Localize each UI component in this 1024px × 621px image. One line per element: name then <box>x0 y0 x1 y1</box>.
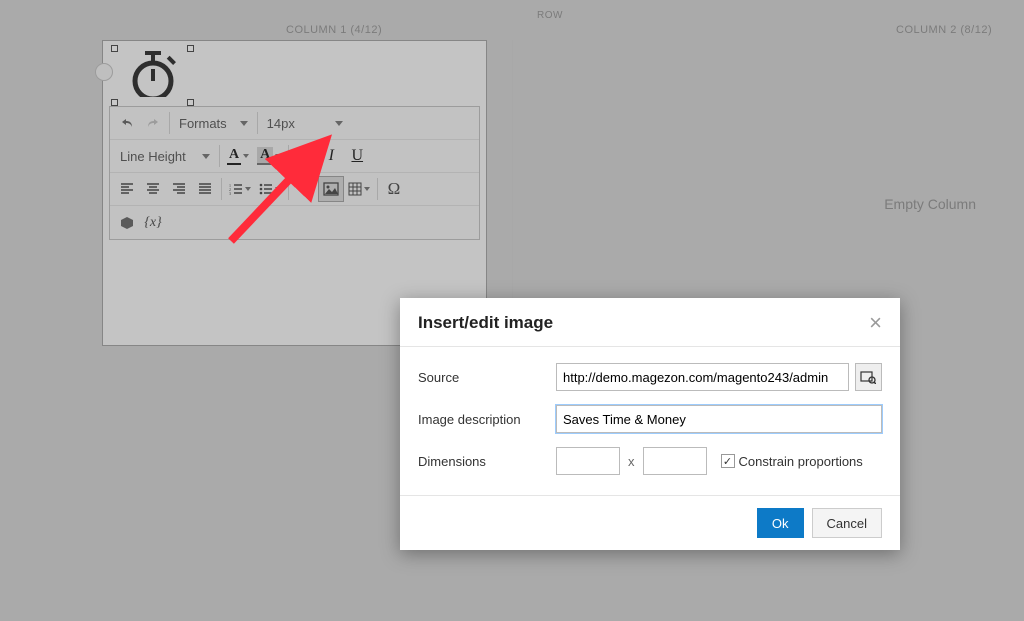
source-label: Source <box>418 370 556 385</box>
caret-down-icon <box>275 154 281 158</box>
source-input[interactable] <box>556 363 849 391</box>
dimension-separator: x <box>628 454 635 469</box>
width-input[interactable] <box>556 447 620 475</box>
page-background: ROW COLUMN 1 (4/12) COLUMN 2 (8/12) <box>0 0 1024 621</box>
dialog-footer: Ok Cancel <box>400 495 900 550</box>
svg-text:3: 3 <box>229 191 231 196</box>
align-left-button[interactable] <box>114 176 140 202</box>
text-color-button[interactable]: A <box>223 143 253 169</box>
browse-icon <box>860 370 876 384</box>
description-label: Image description <box>418 412 556 427</box>
caret-down-icon <box>245 187 251 191</box>
resize-handle[interactable] <box>111 99 118 106</box>
column-2-label: COLUMN 2 (8/12) <box>896 24 992 36</box>
italic-button[interactable]: I <box>318 143 344 169</box>
ordered-list-button[interactable]: 123 <box>225 176 255 202</box>
variable-button[interactable]: {x} <box>140 210 166 236</box>
undo-button[interactable] <box>114 110 140 136</box>
browse-source-button[interactable] <box>855 363 882 391</box>
text-color-letter: A <box>227 147 241 165</box>
wysiwyg-toolbar: Formats 14px Line Height A <box>109 106 480 240</box>
unordered-list-button[interactable] <box>255 176 285 202</box>
resize-handle[interactable] <box>187 45 194 52</box>
align-justify-button[interactable] <box>192 176 218 202</box>
bold-button[interactable]: B <box>292 143 318 169</box>
caret-down-icon <box>243 154 249 158</box>
dialog-body: Source Image description Dimensions <box>400 347 900 495</box>
fontsize-dropdown[interactable]: 14px <box>261 110 349 136</box>
caret-down-icon <box>364 187 370 191</box>
formats-dropdown[interactable]: Formats <box>173 110 254 136</box>
toolbar-row-1: Formats 14px <box>110 107 479 140</box>
bg-color-button[interactable]: A <box>253 143 285 169</box>
empty-column-text: Empty Column <box>884 196 976 212</box>
separator <box>169 112 170 134</box>
separator <box>377 178 378 200</box>
description-input[interactable] <box>556 405 882 433</box>
checkbox-icon: ✓ <box>721 454 735 468</box>
constrain-label: Constrain proportions <box>739 454 863 469</box>
separator <box>257 112 258 134</box>
table-button[interactable] <box>344 176 374 202</box>
widget-button[interactable] <box>114 210 140 236</box>
constrain-checkbox[interactable]: ✓ Constrain proportions <box>721 454 863 469</box>
redo-button[interactable] <box>140 110 166 136</box>
ok-button[interactable]: Ok <box>757 508 804 538</box>
fontsize-label: 14px <box>267 116 295 131</box>
align-center-button[interactable] <box>140 176 166 202</box>
dimensions-row: Dimensions x ✓ Constrain proportions <box>418 447 882 475</box>
dialog-title: Insert/edit image <box>418 313 553 333</box>
separator <box>288 145 289 167</box>
underline-button[interactable]: U <box>344 143 370 169</box>
align-right-button[interactable] <box>166 176 192 202</box>
separator <box>219 145 220 167</box>
description-row: Image description <box>418 405 882 433</box>
source-row: Source <box>418 363 882 391</box>
caret-down-icon <box>202 154 210 159</box>
remove-handle-icon[interactable] <box>95 63 113 81</box>
toolbar-row-3: 123 Ω <box>110 173 479 206</box>
close-icon[interactable]: × <box>869 312 882 334</box>
resize-handle[interactable] <box>187 99 194 106</box>
separator <box>288 178 289 200</box>
separator <box>221 178 222 200</box>
toolbar-row-2: Line Height A A B I U <box>110 140 479 173</box>
height-input[interactable] <box>643 447 707 475</box>
insert-image-dialog: Insert/edit image × Source Image descrip… <box>400 298 900 550</box>
cancel-button[interactable]: Cancel <box>812 508 882 538</box>
insert-image-button[interactable] <box>318 176 344 202</box>
link-button[interactable] <box>292 176 318 202</box>
caret-down-icon <box>335 121 343 126</box>
toolbar-row-4: {x} <box>110 206 479 239</box>
bg-color-letter: A <box>257 147 273 165</box>
dialog-header: Insert/edit image × <box>400 298 900 347</box>
row-label: ROW <box>537 10 563 21</box>
caret-down-icon <box>275 187 281 191</box>
formats-label: Formats <box>179 116 227 131</box>
lineheight-dropdown[interactable]: Line Height <box>114 143 216 169</box>
lineheight-label: Line Height <box>120 149 186 164</box>
special-char-button[interactable]: Ω <box>381 176 407 202</box>
column-1-label: COLUMN 1 (4/12) <box>286 24 382 36</box>
caret-down-icon <box>240 121 248 126</box>
stopwatch-icon[interactable] <box>123 49 183 97</box>
resize-handle[interactable] <box>111 45 118 52</box>
dimensions-label: Dimensions <box>418 454 556 469</box>
